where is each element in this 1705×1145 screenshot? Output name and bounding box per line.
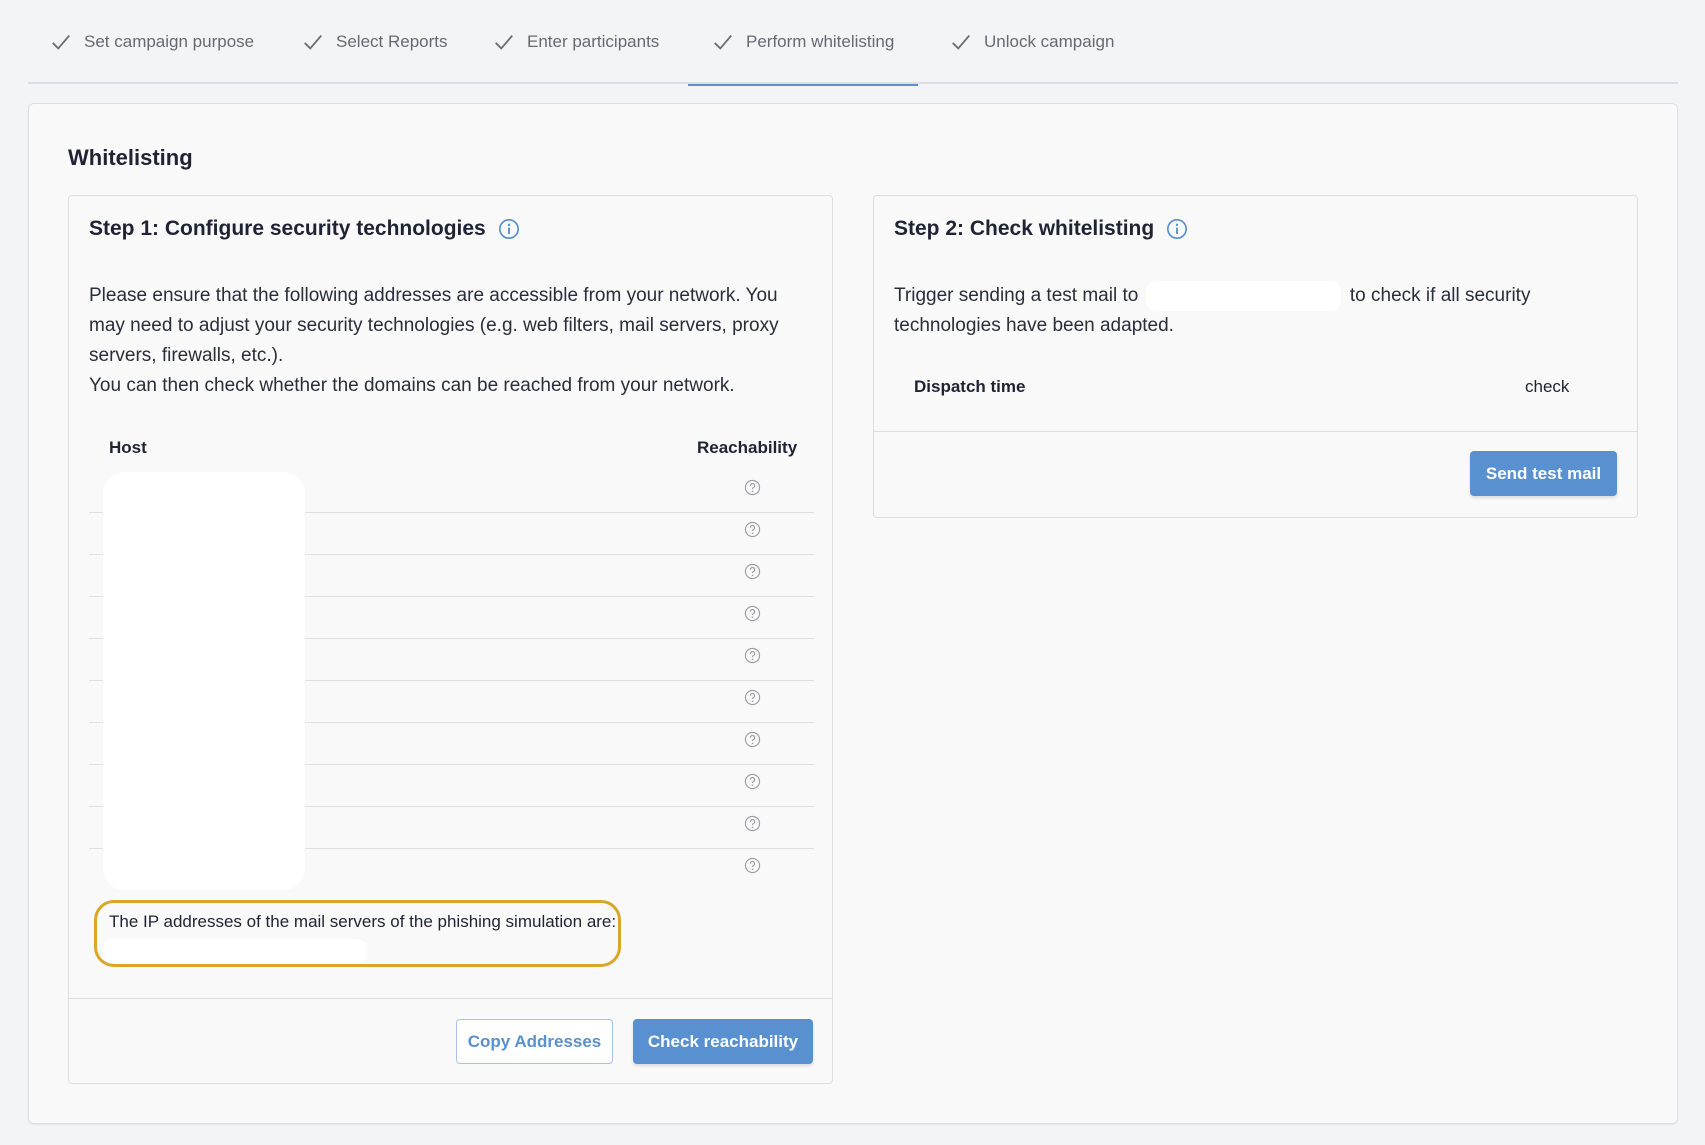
step2-card: Step 2: Check whitelisting Trigger sendi… [873,195,1638,518]
question-circle-icon [744,605,761,622]
question-circle-icon [744,815,761,832]
ip-address-note: The IP addresses of the mail servers of … [94,900,621,967]
tab-label: Unlock campaign [984,32,1115,51]
question-circle-icon [744,563,761,580]
copy-addresses-button[interactable]: Copy Addresses [456,1019,613,1064]
tab-label: Set campaign purpose [84,32,255,51]
step2-text-before: Trigger sending a test mail to [894,285,1139,307]
column-header-check: check [1525,377,1570,396]
step2-title: Step 2: Check whitelisting [894,217,1188,241]
tab-enter-participants[interactable]: Enter participants [493,0,659,84]
column-header-host: Host [109,438,147,457]
tab-label: Enter participants [527,32,660,51]
info-icon[interactable] [498,218,520,240]
tab-label: Perform whitelisting [746,32,895,51]
step1-card: Step 1: Configure security technologies … [68,195,833,1084]
step2-title-text: Step 2: Check whitelisting [894,217,1155,240]
stepper-tabs: Set campaign purpose Select Reports Ente… [28,0,1678,86]
send-test-mail-button[interactable]: Send test mail [1470,451,1617,496]
question-circle-icon [744,647,761,664]
column-header-dispatch-time: Dispatch time [914,377,1026,396]
check-icon [304,34,322,50]
step1-title-text: Step 1: Configure security technologies [89,217,486,240]
column-header-reachability: Reachability [697,438,798,457]
step1-description: Please ensure that the following address… [89,281,809,401]
ip-note-text: The IP addresses of the mail servers of … [109,912,617,931]
tab-label: Select Reports [336,32,448,51]
question-circle-icon [744,521,761,538]
question-circle-icon [744,773,761,790]
footer-divider [69,998,832,999]
tab-set-campaign-purpose[interactable]: Set campaign purpose [50,0,254,84]
check-icon [52,34,70,50]
check-icon [495,34,513,50]
check-reachability-button[interactable]: Check reachability [633,1019,813,1064]
check-icon [714,34,732,50]
tab-unlock-campaign[interactable]: Unlock campaign [950,0,1114,84]
tab-select-reports[interactable]: Select Reports [302,0,448,84]
section-title: Whitelisting [68,145,193,170]
info-icon[interactable] [1166,218,1188,240]
footer-divider [874,431,1637,432]
step1-description-line1: Please ensure that the following address… [89,285,779,366]
question-circle-icon [744,479,761,496]
step2-description: Trigger sending a test mail to to check … [894,281,1614,341]
step1-description-line2: You can then check whether the domains c… [89,375,735,396]
redacted-ip-addresses [103,939,367,963]
question-circle-icon [744,857,761,874]
step1-title: Step 1: Configure security technologies [89,217,520,241]
redacted-hosts [103,472,305,890]
check-icon [952,34,970,50]
redacted-recipient [1145,281,1341,311]
tab-perform-whitelisting[interactable]: Perform whitelisting [687,0,919,86]
question-circle-icon [744,689,761,706]
question-circle-icon [744,731,761,748]
